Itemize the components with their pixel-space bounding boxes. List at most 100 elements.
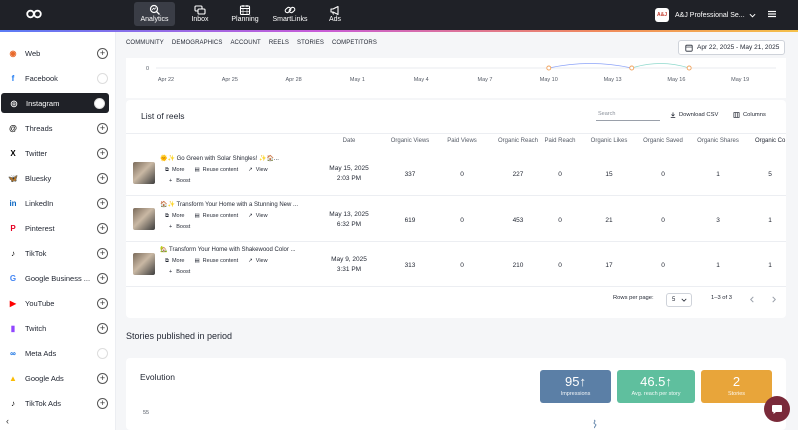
next-page-icon[interactable] — [771, 296, 777, 303]
reel-thumbnail[interactable] — [133, 208, 155, 230]
reel-metric-cell: 1 — [716, 262, 720, 269]
sidebar-item-google-business[interactable]: G Google Business ... + — [0, 268, 112, 288]
add-account-icon[interactable]: + — [97, 297, 108, 309]
add-account-icon[interactable]: + — [97, 372, 108, 384]
add-account-icon[interactable]: + — [97, 197, 108, 209]
tab-account[interactable]: ACCOUNT — [230, 40, 260, 46]
mini-chart-point[interactable] — [686, 65, 692, 71]
column-header[interactable]: Organic Likes — [579, 138, 639, 144]
view-button[interactable]: ↗ View — [248, 213, 267, 220]
columns-button[interactable]: Columns — [733, 112, 766, 118]
stat-value: 46.5↑ — [617, 374, 695, 389]
column-header[interactable]: Organic Shares — [688, 138, 748, 144]
nav-smartlinks-label: SmartLinks — [272, 16, 308, 23]
copy-icon: ⧉ — [165, 167, 169, 173]
sidebar-item-threads[interactable]: @ Threads + — [0, 118, 112, 138]
sidebar-item-tiktok[interactable]: ♪ TikTok + — [0, 243, 112, 263]
add-account-icon[interactable]: + — [97, 397, 108, 409]
mini-chart-point[interactable] — [546, 65, 552, 71]
sidebar-item-tiktok-ads[interactable]: ♪ TikTok Ads + — [0, 393, 112, 413]
inbox-icon — [194, 5, 206, 15]
external-link-icon: ↗ — [248, 213, 253, 219]
nav-planning[interactable]: Planning — [226, 2, 264, 26]
more-button[interactable]: ⧉ More — [165, 258, 184, 265]
reels-search-input[interactable]: Search — [596, 111, 660, 121]
account-avatar[interactable] — [97, 72, 108, 84]
sidebar-item-google-ads[interactable]: ▲ Google Ads + — [0, 368, 112, 388]
collapse-sidebar-icon[interactable]: ‹ — [6, 416, 9, 426]
row-divider — [126, 241, 786, 242]
add-account-icon[interactable]: + — [97, 272, 108, 284]
rows-per-page-select[interactable]: 5 — [666, 293, 692, 307]
boost-button[interactable]: + Boost — [169, 224, 190, 230]
boost-button[interactable]: + Boost — [169, 269, 190, 275]
tab-demographics[interactable]: DEMOGRAPHICS — [172, 40, 223, 46]
sidebar-item-twitch[interactable]: ▮ Twitch + — [0, 318, 112, 338]
mini-chart-x-tick: May 13 — [604, 77, 622, 83]
sidebar-item-instagram[interactable]: ◎ Instagram — [1, 93, 109, 113]
add-account-icon[interactable]: + — [97, 122, 108, 134]
sidebar-item-linkedin[interactable]: in LinkedIn + — [0, 193, 112, 213]
mini-chart-x-tick: May 4 — [414, 77, 429, 83]
reels-title: List of reels — [141, 111, 185, 121]
add-account-icon[interactable]: + — [97, 222, 108, 234]
chat-support-button[interactable] — [764, 396, 790, 422]
sidebar-item-facebook[interactable]: f Facebook — [0, 68, 112, 88]
hamburger-menu-icon[interactable] — [767, 9, 777, 19]
nav-analytics[interactable]: Analytics — [134, 2, 175, 26]
reuse-content-button[interactable]: ▤ Reuse content — [194, 167, 238, 174]
add-account-icon[interactable]: + — [97, 47, 108, 59]
mini-chart-point[interactable] — [629, 65, 635, 71]
column-header[interactable]: Organic Co — [755, 138, 798, 144]
sidebar-item-bluesky[interactable]: 🦋 Bluesky + — [0, 168, 112, 188]
add-account-icon[interactable]: + — [97, 247, 108, 259]
column-header[interactable]: Paid Views — [432, 138, 492, 144]
view-button-label: View — [255, 258, 268, 264]
brand-switcher[interactable]: A&J A&J Professional Se... — [655, 7, 756, 23]
nav-inbox[interactable]: Inbox — [182, 2, 218, 26]
tab-stories[interactable]: STORIES — [297, 40, 324, 46]
rows-per-page-value: 5 — [672, 297, 676, 303]
more-button-label: More — [171, 167, 185, 173]
download-csv-button[interactable]: Download CSV — [670, 112, 718, 118]
boost-button[interactable]: + Boost — [169, 178, 190, 184]
sidebar-item-web[interactable]: ◉ Web + — [0, 43, 112, 63]
reel-metric-cell: 0 — [661, 217, 665, 224]
more-button[interactable]: ⧉ More — [165, 213, 184, 220]
account-avatar[interactable] — [97, 347, 108, 359]
nav-smartlinks[interactable]: SmartLinks — [270, 2, 310, 26]
download-icon — [670, 112, 676, 118]
nav-ads[interactable]: Ads — [322, 2, 348, 26]
tab-community[interactable]: COMMUNITY — [126, 40, 164, 46]
more-button[interactable]: ⧉ More — [165, 167, 184, 174]
add-account-icon[interactable]: + — [97, 322, 108, 334]
column-header[interactable]: Date — [319, 138, 379, 144]
add-account-icon[interactable]: + — [97, 172, 108, 184]
google-ads-icon: ▲ — [9, 373, 17, 383]
reuse-content-button[interactable]: ▤ Reuse content — [194, 213, 238, 220]
tab-competitors[interactable]: COMPETITORS — [332, 40, 377, 46]
link-icon — [284, 6, 296, 14]
trend-up-icon: ↑ — [579, 374, 586, 389]
reel-thumbnail[interactable] — [133, 253, 155, 275]
view-button[interactable]: ↗ View — [248, 167, 267, 174]
sidebar-item-twitter[interactable]: X Twitter + — [0, 143, 112, 163]
reel-thumbnail[interactable] — [133, 162, 155, 184]
sidebar-item-meta-ads[interactable]: ∞ Meta Ads — [0, 343, 112, 363]
account-avatar[interactable] — [94, 97, 105, 109]
sidebar-item-pinterest[interactable]: P Pinterest + — [0, 218, 112, 238]
column-header[interactable]: Organic Saved — [633, 138, 693, 144]
reuse-content-button[interactable]: ▤ Reuse content — [194, 258, 238, 265]
add-account-icon[interactable]: + — [97, 147, 108, 159]
reel-metric-cell: 5 — [768, 171, 772, 178]
app-logo-icon[interactable] — [26, 9, 42, 19]
tab-reels[interactable]: REELS — [269, 40, 289, 46]
stat-number: 95 — [565, 374, 580, 389]
date-range-picker[interactable]: Apr 22, 2025 - May 21, 2025 — [678, 40, 785, 55]
prev-page-icon[interactable] — [749, 296, 755, 303]
reel-metric-cell: 453 — [512, 217, 524, 224]
column-header[interactable]: Organic Views — [380, 138, 440, 144]
view-button[interactable]: ↗ View — [248, 258, 267, 265]
reuse-content-button-label: Reuse content — [202, 258, 239, 264]
sidebar-item-youtube[interactable]: ▶ YouTube + — [0, 293, 112, 313]
